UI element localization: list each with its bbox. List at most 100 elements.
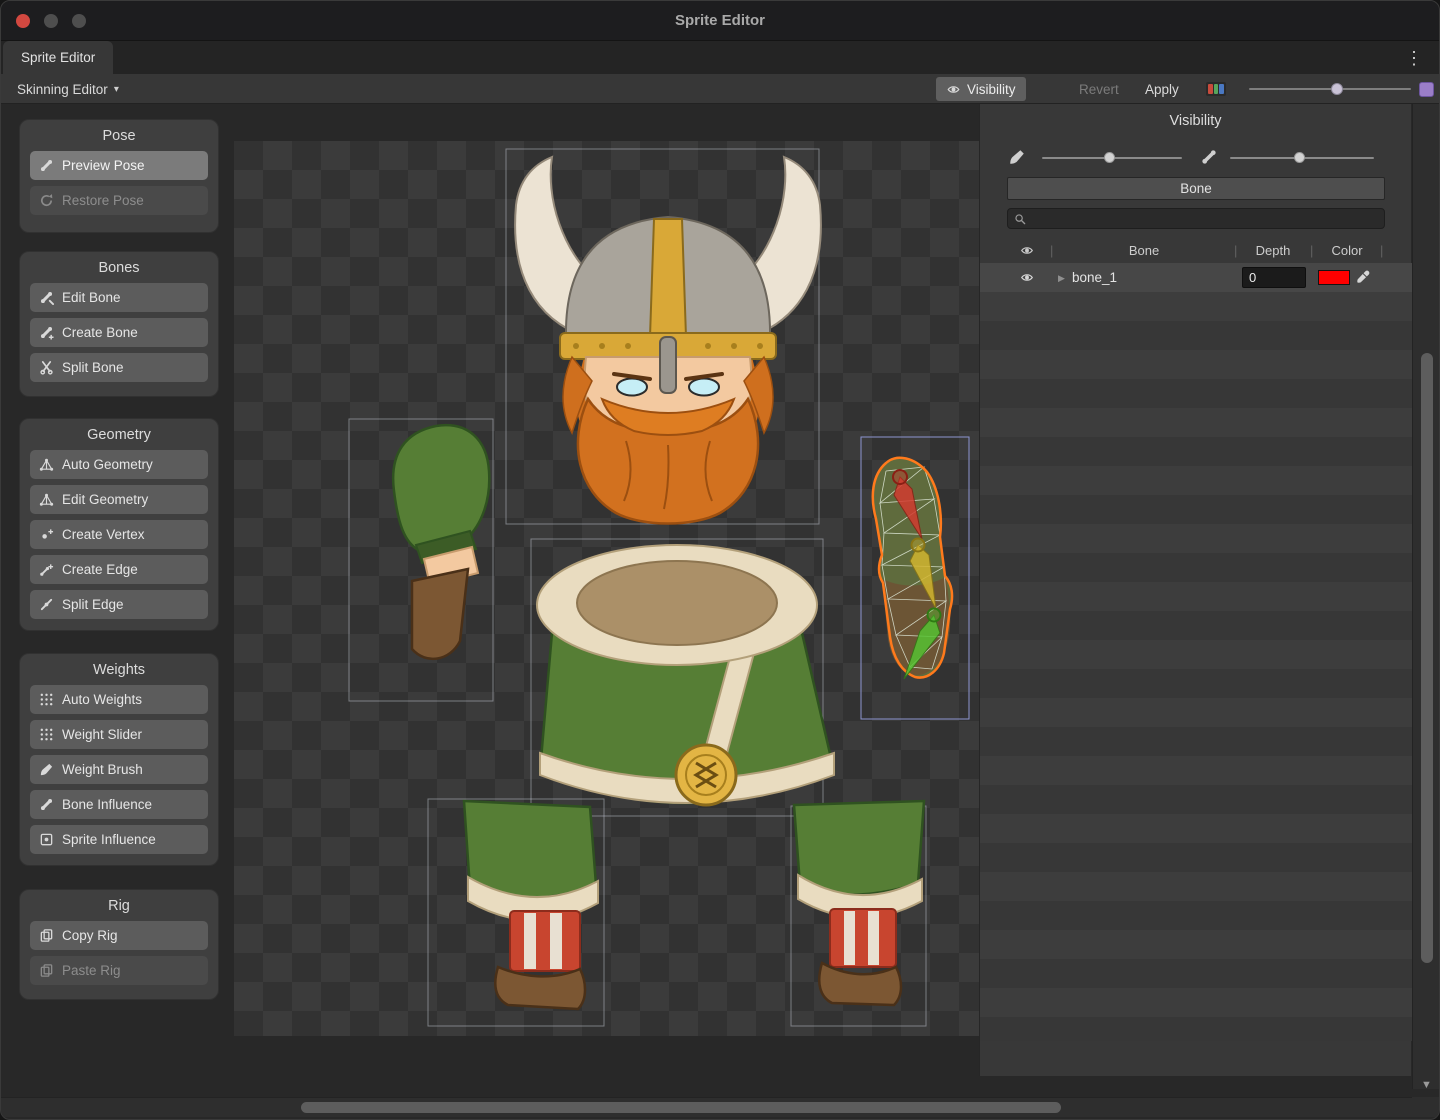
sprite-leg-left[interactable] bbox=[464, 801, 598, 1009]
auto-weights-button[interactable]: Auto Weights bbox=[30, 685, 208, 714]
vertical-scrollbar[interactable] bbox=[1412, 104, 1440, 1089]
bone-tab-button[interactable]: Bone bbox=[1007, 177, 1385, 200]
zoom-slider[interactable] bbox=[1249, 88, 1411, 90]
window-menu-icon[interactable]: ⋮ bbox=[1405, 44, 1423, 72]
vertical-scrollbar-thumb[interactable] bbox=[1421, 353, 1433, 963]
bone-list-empty-rows bbox=[980, 292, 1412, 1041]
weights-panel-title: Weights bbox=[20, 654, 218, 685]
geometry-panel-title: Geometry bbox=[20, 419, 218, 450]
auto-weights-icon bbox=[39, 692, 54, 707]
bone-color-swatch[interactable] bbox=[1318, 270, 1350, 285]
rgb-channels-icon[interactable] bbox=[1206, 82, 1226, 96]
zoom-slider-thumb[interactable] bbox=[1331, 83, 1343, 95]
sprite-mitten[interactable] bbox=[393, 425, 489, 659]
bone-opacity-slider[interactable] bbox=[1230, 157, 1374, 159]
visibility-panel: Visibility Bone | Bone | Depth | Color |… bbox=[979, 104, 1411, 1076]
horizontal-scrollbar-thumb[interactable] bbox=[301, 1102, 1061, 1113]
disclosure-triangle-icon[interactable]: ▶ bbox=[1058, 273, 1065, 284]
green-channel-bar bbox=[1214, 84, 1219, 94]
preview-pose-label: Preview Pose bbox=[62, 158, 145, 173]
tab-sprite-editor[interactable]: Sprite Editor bbox=[3, 41, 113, 74]
create-edge-label: Create Edge bbox=[62, 562, 138, 577]
eyedropper-icon[interactable] bbox=[1356, 269, 1371, 284]
scissors-icon bbox=[39, 360, 54, 375]
editor-mode-label: Skinning Editor bbox=[17, 82, 108, 97]
create-vertex-button[interactable]: Create Vertex bbox=[30, 520, 208, 549]
visibility-button-label: Visibility bbox=[967, 82, 1016, 97]
visibility-panel-title: Visibility bbox=[980, 104, 1411, 129]
mesh-edit-icon bbox=[39, 492, 54, 507]
weights-panel: Weights Auto Weights Weight Slider Weigh… bbox=[19, 653, 219, 866]
edit-geometry-label: Edit Geometry bbox=[62, 492, 148, 507]
create-vertex-label: Create Vertex bbox=[62, 527, 145, 542]
create-edge-button[interactable]: Create Edge bbox=[30, 555, 208, 584]
mesh-opacity-slider[interactable] bbox=[1042, 157, 1182, 159]
bone-icon bbox=[39, 158, 54, 173]
bone-opacity-slider-thumb[interactable] bbox=[1294, 152, 1305, 163]
revert-button-label: Revert bbox=[1079, 82, 1119, 97]
bone-influence-button[interactable]: Bone Influence bbox=[30, 790, 208, 819]
sprite-preview-icon[interactable] bbox=[1419, 82, 1434, 97]
apply-button-label: Apply bbox=[1145, 82, 1179, 97]
auto-geometry-button[interactable]: Auto Geometry bbox=[30, 450, 208, 479]
pose-panel-title: Pose bbox=[20, 120, 218, 151]
split-edge-icon bbox=[39, 597, 54, 612]
paste-icon bbox=[39, 963, 54, 978]
bone-depth-input[interactable] bbox=[1242, 267, 1306, 288]
bone-opacity-icon bbox=[1200, 148, 1218, 166]
red-channel-bar bbox=[1208, 84, 1213, 94]
sprite-influence-label: Sprite Influence bbox=[62, 832, 156, 847]
paste-rig-button[interactable]: Paste Rig bbox=[30, 956, 208, 985]
apply-button[interactable]: Apply bbox=[1135, 77, 1189, 101]
split-edge-button[interactable]: Split Edge bbox=[30, 590, 208, 619]
sprite-leg-right[interactable] bbox=[794, 801, 924, 1005]
tab-bar: Sprite Editor ⋮ bbox=[1, 41, 1439, 74]
window-title: Sprite Editor bbox=[1, 1, 1439, 41]
sprite-arm-selected[interactable] bbox=[873, 458, 952, 679]
weight-slider-button[interactable]: Weight Slider bbox=[30, 720, 208, 749]
bone-influence-label: Bone Influence bbox=[62, 797, 152, 812]
eye-icon bbox=[946, 83, 961, 96]
weight-brush-label: Weight Brush bbox=[62, 762, 143, 777]
rig-panel: Rig Copy Rig Paste Rig bbox=[19, 889, 219, 1000]
horizontal-scrollbar[interactable] bbox=[1, 1097, 1440, 1117]
weight-brush-button[interactable]: Weight Brush bbox=[30, 755, 208, 784]
visibility-toggle-button[interactable]: Visibility bbox=[936, 77, 1026, 101]
create-bone-button[interactable]: Create Bone bbox=[30, 318, 208, 347]
paste-rig-label: Paste Rig bbox=[62, 963, 121, 978]
split-bone-button[interactable]: Split Bone bbox=[30, 353, 208, 382]
depth-column-header[interactable]: Depth bbox=[1243, 243, 1303, 258]
bone-name-label: bone_1 bbox=[1072, 270, 1117, 285]
preview-pose-button[interactable]: Preview Pose bbox=[30, 151, 208, 180]
edit-geometry-button[interactable]: Edit Geometry bbox=[30, 485, 208, 514]
blue-channel-bar bbox=[1219, 84, 1224, 94]
sprite-head[interactable] bbox=[515, 157, 821, 524]
rig-panel-title: Rig bbox=[20, 890, 218, 921]
sprite-editor-window: Sprite Editor Sprite Editor ⋮ Skinning E… bbox=[0, 0, 1440, 1120]
chevron-down-icon: ▾ bbox=[114, 84, 119, 95]
mesh-opacity-slider-thumb[interactable] bbox=[1104, 152, 1115, 163]
edit-bone-button[interactable]: Edit Bone bbox=[30, 283, 208, 312]
create-bone-label: Create Bone bbox=[62, 325, 138, 340]
color-column-header[interactable]: Color bbox=[1320, 243, 1374, 258]
bone-plus-icon bbox=[39, 325, 54, 340]
sprite-influence-button[interactable]: Sprite Influence bbox=[30, 825, 208, 854]
sprite-canvas[interactable] bbox=[234, 141, 979, 1036]
pose-panel: Pose Preview Pose Restore Pose bbox=[19, 119, 219, 233]
copy-rig-button[interactable]: Copy Rig bbox=[30, 921, 208, 950]
auto-weights-label: Auto Weights bbox=[62, 692, 142, 707]
editor-mode-dropdown[interactable]: Skinning Editor ▾ bbox=[9, 74, 127, 104]
revert-button[interactable]: Revert bbox=[1069, 77, 1129, 101]
copy-rig-label: Copy Rig bbox=[62, 928, 118, 943]
sprite-influence-icon bbox=[39, 832, 54, 847]
restore-pose-button[interactable]: Restore Pose bbox=[30, 186, 208, 215]
bone-visibility-eye-icon[interactable] bbox=[1018, 271, 1036, 284]
bone-column-header[interactable]: Bone bbox=[1084, 243, 1204, 258]
bone-list-row[interactable]: ▶ bone_1 bbox=[980, 263, 1412, 292]
sprite-torso[interactable] bbox=[537, 545, 834, 805]
toolbar: Skinning Editor ▾ Visibility Revert Appl… bbox=[1, 74, 1439, 104]
split-bone-label: Split Bone bbox=[62, 360, 124, 375]
split-edge-label: Split Edge bbox=[62, 597, 124, 612]
bone-search-box[interactable] bbox=[1007, 208, 1385, 229]
search-input[interactable] bbox=[1031, 211, 1378, 227]
